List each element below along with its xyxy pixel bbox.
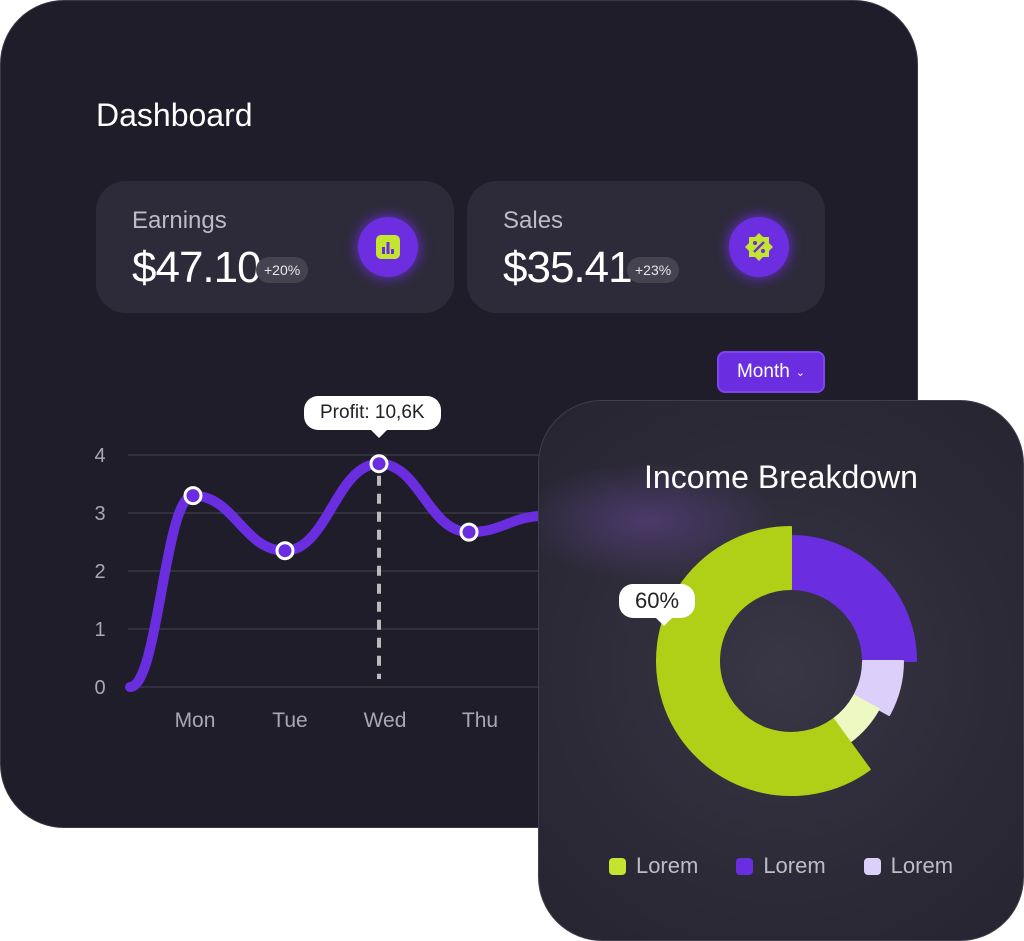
- x-tick-label: Thu: [462, 709, 498, 732]
- legend-label: Lorem: [635, 853, 699, 878]
- donut-slice: [790, 535, 917, 662]
- legend-label: Lorem: [763, 853, 826, 878]
- legend-swatch: [608, 857, 626, 875]
- profit-tooltip: Profit: 10,6K: [304, 396, 441, 438]
- legend-item: Lorem: [608, 853, 699, 879]
- data-point: [183, 486, 203, 506]
- y-tick-label: 0: [94, 677, 105, 699]
- y-tick-label: 2: [94, 561, 105, 583]
- legend-swatch: [736, 857, 754, 875]
- y-tick-label: 3: [94, 503, 105, 525]
- x-tick-label: Wed: [364, 709, 407, 732]
- data-point: [369, 454, 389, 474]
- income-breakdown-card: Income Breakdown 60% Lorem Lorem Lorem: [538, 400, 1024, 941]
- legend-item: Lorem: [863, 853, 954, 879]
- x-tick-label: Mon: [175, 709, 216, 732]
- percent-tooltip: 60%: [619, 584, 696, 626]
- y-tick-label: 1: [94, 619, 105, 641]
- y-tick-label: 4: [94, 445, 105, 467]
- legend-item: Lorem: [736, 853, 826, 879]
- legend-label: Lorem: [890, 853, 954, 878]
- data-point: [275, 541, 295, 561]
- x-tick-label: Tue: [272, 709, 307, 732]
- legend-swatch: [863, 857, 881, 875]
- data-point: [459, 522, 479, 542]
- legend: Lorem Lorem Lorem: [539, 853, 1023, 879]
